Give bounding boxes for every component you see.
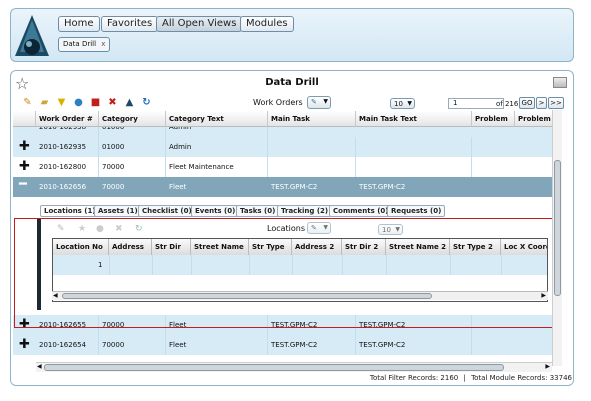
- page-size-value: 10: [394, 100, 403, 108]
- chip-label: Data Drill: [63, 40, 97, 48]
- record-count-status: Total Filter Records: 2160 | Total Modul…: [369, 374, 572, 382]
- expand-icon[interactable]: ✚: [19, 160, 30, 174]
- last-page-button[interactable]: >>: [548, 97, 564, 109]
- page-title: Data Drill: [265, 77, 319, 88]
- favorite-star-icon[interactable]: ☆: [15, 74, 29, 93]
- category-cell: 70000: [99, 335, 166, 355]
- page-size-select[interactable]: 10 ▼: [390, 98, 415, 109]
- category-cell: 01000: [99, 137, 166, 157]
- app-logo: [15, 15, 49, 56]
- main-task-text-cell: TEST.GPM-C2: [356, 335, 472, 355]
- detail-tab-comments[interactable]: Comments (0): [329, 205, 393, 217]
- logo-home-icon[interactable]: ▲: [124, 97, 135, 108]
- table-row[interactable]: ✚ 2010-162800 70000 Fleet Maintenance: [13, 157, 561, 177]
- module-record-count: Total Module Records: 33746: [471, 374, 572, 382]
- refresh-icon[interactable]: ↻: [141, 97, 152, 108]
- detail-tab-events[interactable]: Events (0): [191, 205, 240, 217]
- pencil-icon: ✎: [311, 98, 317, 106]
- page-count-label: of 216: [496, 100, 519, 108]
- next-page-button[interactable]: >: [536, 97, 547, 109]
- main-task-text-cell: [356, 157, 472, 177]
- work-order-cell: 2010-162654: [36, 335, 99, 355]
- table-row[interactable]: 2010-162938 01000 Admin: [13, 127, 561, 137]
- expanded-detail-highlight: [14, 218, 562, 328]
- main-task-cell: TEST.GPM-C2: [271, 183, 318, 191]
- category-text-cell: Fleet: [166, 335, 268, 355]
- category-cell: 01000: [99, 127, 166, 137]
- main-task-cell: TEST.GPM-C2: [268, 335, 356, 355]
- horizontal-scrollbar[interactable]: ◀ ▶: [36, 362, 552, 372]
- chevron-down-icon: ▼: [407, 100, 412, 107]
- column-header[interactable]: Category: [99, 111, 166, 127]
- tab-home[interactable]: Home: [58, 16, 100, 32]
- new-record-icon[interactable]: ✎: [22, 97, 33, 108]
- table-row-selected[interactable]: ━ 2010-162656 70000 Fleet TEST.GPM-C2 TE…: [13, 177, 561, 197]
- delete-icon[interactable]: ✖: [107, 97, 118, 108]
- detail-tab-requests[interactable]: Requests (0): [387, 205, 446, 217]
- scrollbar-thumb[interactable]: [554, 160, 561, 296]
- chip-close-icon[interactable]: x: [101, 40, 105, 48]
- table-row[interactable]: ✚ 2010-162654 70000 Fleet TEST.GPM-C2 TE…: [13, 335, 561, 355]
- go-button[interactable]: GO: [519, 97, 535, 109]
- column-header[interactable]: Main Task Text: [356, 111, 472, 127]
- column-header[interactable]: Main Task: [268, 111, 356, 127]
- category-text-cell: Fleet Maintenance: [166, 157, 268, 177]
- view-dropdown-label: Work Orders: [253, 98, 303, 107]
- category-text-cell: Admin: [166, 127, 268, 137]
- expand-icon[interactable]: ✚: [19, 140, 30, 154]
- scroll-left-icon[interactable]: ◀: [37, 363, 42, 370]
- table-row[interactable]: ✚ 2010-162935 01000 Admin: [13, 137, 561, 157]
- inbox-icon[interactable]: [553, 77, 567, 88]
- detail-tab-tasks[interactable]: Tasks (0): [236, 205, 280, 217]
- main-task-text-cell: [356, 137, 472, 157]
- work-order-cell: 2010-162938: [36, 127, 99, 137]
- main-task-text-cell: TEST.GPM-C2: [359, 183, 406, 191]
- vertical-scrollbar[interactable]: [552, 110, 562, 366]
- scrollbar-thumb[interactable]: [44, 364, 504, 371]
- column-header[interactable]: Work Order #: [36, 111, 99, 127]
- main-task-cell: [268, 157, 356, 177]
- work-order-cell: 2010-162800: [36, 157, 99, 177]
- scroll-right-icon[interactable]: ▶: [545, 363, 550, 370]
- category-cell: 70000: [102, 183, 125, 191]
- detail-tab-assets[interactable]: Assets (1): [94, 205, 142, 217]
- filter-icon[interactable]: ▼: [56, 97, 67, 108]
- category-cell: 70000: [99, 157, 166, 177]
- column-header[interactable]: Problem: [472, 111, 515, 127]
- collapse-icon[interactable]: ━: [19, 178, 27, 192]
- work-order-cell: 2010-162935: [36, 137, 99, 157]
- expand-icon[interactable]: ✚: [19, 338, 30, 352]
- detail-tab-locations[interactable]: Locations (1): [40, 205, 100, 217]
- category-text-cell: Admin: [166, 137, 268, 157]
- tab-all-open-views[interactable]: All Open Views: [156, 16, 243, 32]
- work-order-cell: 2010-162656: [39, 183, 87, 191]
- expand-column-header: [13, 111, 36, 127]
- view-dropdown[interactable]: ✎ ▼: [307, 96, 331, 109]
- category-text-cell: Fleet: [169, 183, 187, 191]
- column-header[interactable]: Category Text: [166, 111, 268, 127]
- filter-record-count: Total Filter Records: 2160: [369, 374, 459, 382]
- chevron-down-icon: ▼: [323, 98, 328, 105]
- globe-icon[interactable]: ●: [73, 97, 84, 108]
- open-view-chip[interactable]: Data Drill x: [58, 37, 111, 52]
- tab-favorites[interactable]: Favorites: [101, 16, 159, 32]
- open-folder-icon[interactable]: ▰: [39, 97, 50, 108]
- toolbox-icon[interactable]: ■: [90, 97, 101, 108]
- detail-tab-checklist[interactable]: Checklist (0): [138, 205, 196, 217]
- tab-modules[interactable]: Modules: [240, 16, 294, 32]
- main-task-cell: [268, 137, 356, 157]
- detail-tab-tracking[interactable]: Tracking (2): [277, 205, 333, 217]
